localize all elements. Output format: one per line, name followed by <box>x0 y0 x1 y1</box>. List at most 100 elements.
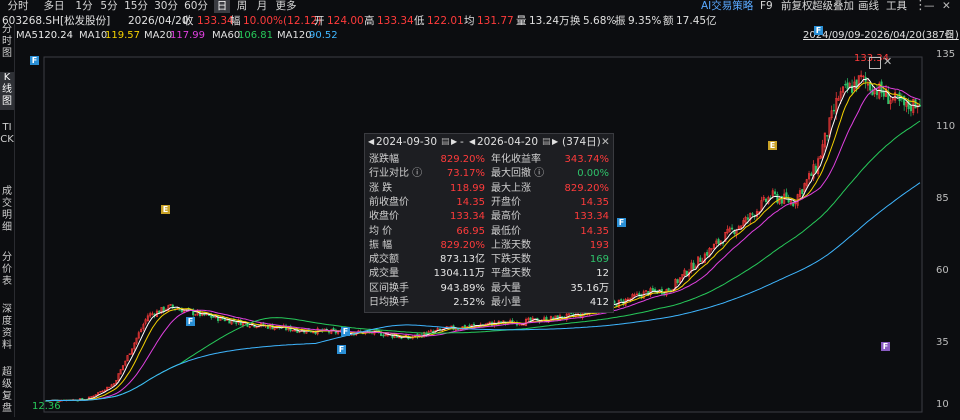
period-button-more[interactable]: 更多 <box>274 0 298 13</box>
stats-row: 前收盘价 14.35 开盘价 14.35 <box>365 196 613 210</box>
candle-body <box>898 92 901 102</box>
stat-label: 最高价 <box>491 211 521 223</box>
period-button-intraday[interactable]: 分时 <box>2 0 34 13</box>
maximize-icon[interactable] <box>869 57 881 69</box>
date-range-label[interactable]: 2024/09/09-2026/04/20(387日) <box>803 30 959 42</box>
stat-value: 73.17% <box>446 168 485 180</box>
stats-row: 收盘价 133.34 最高价 133.34 <box>365 210 613 224</box>
stat-value: 943.89% <box>440 282 486 294</box>
ma5-value: 120.24 <box>38 30 73 41</box>
stats-row: 涨 跌 118.99 最大上涨 829.20% <box>365 182 613 196</box>
f9-button[interactable]: F9 <box>760 0 773 13</box>
event-marker-icon[interactable]: E <box>768 141 777 150</box>
period-button-5min[interactable]: 5分 <box>98 0 120 13</box>
prev-start-icon[interactable]: ◀ <box>368 134 374 150</box>
stats-row: 振 幅 829.20% 上涨天数 193 <box>365 239 613 253</box>
adjust-price-button[interactable]: 前复权 <box>781 0 813 13</box>
candle-body <box>217 315 220 321</box>
stat-value: 873.13亿 <box>440 254 485 266</box>
start-date[interactable]: 2024-09-30 <box>376 134 437 150</box>
ma120-value: 90.52 <box>309 30 338 41</box>
end-date[interactable]: 2026-04-20 <box>477 134 538 150</box>
low-label: 低 <box>414 15 425 27</box>
chart-close-icon[interactable]: ✕ <box>883 55 892 68</box>
stat-label: 区间换手 <box>369 282 409 294</box>
tab-depth-data[interactable]: 深度资料 <box>0 304 14 354</box>
stat-label: 平盘天数 <box>491 268 531 280</box>
period-button-week[interactable]: 周 <box>234 0 250 13</box>
low-price-tag: 12.36 <box>32 401 61 412</box>
ma10-value: 119.57 <box>105 30 140 41</box>
amount-value: 17.45亿 <box>676 15 717 27</box>
period-button-multiday[interactable]: 多日 <box>38 0 70 13</box>
candle-body <box>663 292 666 295</box>
avg-label: 均 <box>464 15 475 27</box>
tab-tick[interactable]: TICK <box>0 122 14 172</box>
event-marker-icon[interactable]: F <box>341 327 350 336</box>
tools-button[interactable]: 工具 <box>886 0 907 13</box>
candle-body <box>669 289 672 292</box>
stat-label: 最小量 <box>491 297 521 308</box>
ma60-value: 106.81 <box>238 30 273 41</box>
interval-stats-popup: ◀ 2024-09-30 ▤ ▶ - ◀ 2026-04-20 ▤ ▶ (374… <box>364 133 614 313</box>
period-button-15min[interactable]: 15分 <box>123 0 149 13</box>
event-marker-icon[interactable]: F <box>881 342 890 351</box>
prev-end-icon[interactable]: ◀ <box>469 134 475 150</box>
period-button-month[interactable]: 月 <box>254 0 270 13</box>
stock-code: 603268.SH[松发股份] <box>2 15 111 27</box>
candle-body <box>826 135 829 137</box>
tab-price-table[interactable]: 分价表 <box>0 252 14 292</box>
period-button-60min[interactable]: 60分 <box>183 0 209 13</box>
stat-label: 最大回撤 ⓘ <box>491 168 545 180</box>
end-calendar-icon[interactable]: ▤ <box>542 134 551 150</box>
stats-row: 均 价 66.95 最低价 14.35 <box>365 225 613 239</box>
stat-label: 最大上涨 <box>491 182 531 194</box>
next-end-icon[interactable]: ▶ <box>552 134 558 150</box>
high-label: 高 <box>364 15 375 27</box>
stats-row: 涨跌幅 829.20% 年化收益率 343.74% <box>365 153 613 167</box>
draw-line-button[interactable]: 画线 <box>858 0 879 13</box>
tab-super-review[interactable]: 超级复盘 <box>0 367 14 417</box>
stat-value: 2.52% <box>453 297 485 308</box>
stat-value: 829.20% <box>440 239 486 251</box>
minimize-icon[interactable]: — <box>924 0 935 13</box>
tab-kline-chart[interactable]: K线图 <box>0 72 14 110</box>
close-icon[interactable]: ✕ <box>942 0 951 13</box>
event-marker-icon[interactable]: F <box>337 345 346 354</box>
period-button-day[interactable]: 日 <box>214 0 230 13</box>
stat-label: 振 幅 <box>369 239 393 251</box>
candle-body <box>810 173 813 176</box>
event-marker-icon[interactable]: F <box>814 26 823 35</box>
ma5-label: MA5 <box>16 30 38 41</box>
turnover-label: 换 <box>570 15 581 27</box>
tab-intraday-chart[interactable]: 分时图 <box>0 24 14 60</box>
event-marker-icon[interactable]: F <box>617 218 626 227</box>
stat-label: 均 价 <box>369 225 393 237</box>
change-label: 幅 <box>230 15 241 27</box>
price-tick-85: 85 <box>936 193 949 204</box>
amplitude-value: 9.35% <box>628 15 662 27</box>
period-toolbar: 分时 多日 1分 5分 15分 30分 60分 日 周 月 更多 AI交易策略 … <box>0 0 960 14</box>
event-marker-icon[interactable]: F <box>186 317 195 326</box>
period-button-1min[interactable]: 1分 <box>73 0 95 13</box>
period-button-30min[interactable]: 30分 <box>153 0 179 13</box>
settings-gear-icon[interactable]: ⚙ <box>944 30 953 42</box>
event-marker-icon[interactable]: E <box>161 205 170 214</box>
candle-body <box>909 105 912 112</box>
popup-close-icon[interactable]: ✕ <box>601 134 610 150</box>
stat-label: 前收盘价 <box>369 196 409 208</box>
stat-label: 成交量 <box>369 268 399 280</box>
candle-body <box>900 98 903 100</box>
next-start-icon[interactable]: ▶ <box>451 134 457 150</box>
super-overlay-button[interactable]: 超级叠加 <box>812 0 854 13</box>
candle-body <box>751 213 754 215</box>
candle-body <box>223 318 226 322</box>
start-calendar-icon[interactable]: ▤ <box>441 134 450 150</box>
stats-row: 区间换手 943.89% 最大量 35.16万 <box>365 282 613 296</box>
event-marker-icon[interactable]: F <box>30 56 39 65</box>
ai-strategy-button[interactable]: AI交易策略 <box>701 0 753 13</box>
stat-value: 829.20% <box>440 154 486 165</box>
stats-row: 行业对比 ⓘ 73.17% 最大回撤 ⓘ 0.00% <box>365 167 613 181</box>
stat-label: 年化收益率 <box>491 154 541 165</box>
tab-trade-details[interactable]: 成交明细 <box>0 186 14 236</box>
